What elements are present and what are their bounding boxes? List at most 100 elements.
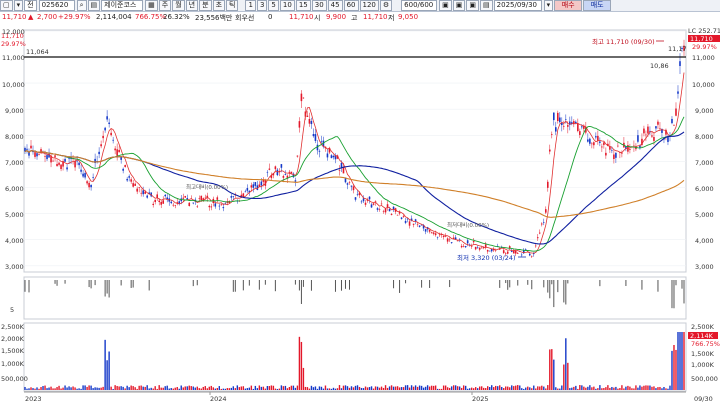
- indicator-bar: [527, 280, 529, 285]
- indicator-bar: [294, 280, 296, 285]
- volume-bar: [370, 386, 373, 390]
- indicator-bar: [334, 280, 336, 292]
- candle-body: [448, 239, 451, 241]
- volume-bar: [286, 388, 289, 390]
- volume-bar: [26, 388, 28, 390]
- volume-bar: [410, 385, 413, 390]
- volume-bar: [661, 388, 663, 390]
- volume-bar: [180, 385, 182, 390]
- volume-bars: [24, 332, 685, 390]
- indicator-bar: [344, 280, 346, 289]
- volume-bar: [491, 385, 493, 390]
- indicator-bar: [106, 280, 108, 294]
- volume-bar: [569, 388, 571, 390]
- candle-body: [196, 206, 199, 208]
- volume-bar: [52, 388, 54, 390]
- volume-bar: [581, 385, 583, 390]
- volume-bar: [567, 362, 569, 390]
- mid-panel-frame: [23, 276, 687, 320]
- candle-body: [122, 168, 124, 171]
- volume-bar: [579, 385, 581, 390]
- volume-bar: [402, 387, 405, 390]
- candle-body: [460, 245, 463, 248]
- indicator-bar: [657, 280, 659, 292]
- candle-body: [266, 171, 269, 173]
- candle-body: [114, 148, 116, 151]
- candle-body: [673, 125, 675, 126]
- volume-bar: [607, 385, 609, 390]
- candle-body: [294, 180, 297, 182]
- volume-bar: [216, 387, 218, 390]
- candle-body: [621, 153, 623, 154]
- volume-bar: [653, 386, 655, 390]
- indicator-bar: [399, 280, 401, 293]
- indicator-bar: [90, 280, 92, 289]
- volume-bar: [571, 387, 573, 390]
- volume-bar: [42, 386, 44, 390]
- candle-body: [567, 125, 569, 127]
- volume-bar: [220, 388, 222, 390]
- label-1086: 10,86: [650, 62, 669, 70]
- volume-bar: [643, 385, 645, 390]
- volume-bar: [212, 387, 214, 390]
- volume-bar: [46, 388, 48, 390]
- volume-bar: [164, 386, 166, 390]
- candle-body: [174, 205, 177, 206]
- candle-body: [400, 217, 403, 219]
- stock-chart[interactable]: 11,064 11,710 29.97% 12,000 11,000 10,00…: [0, 0, 720, 404]
- indicator-bar: [551, 280, 553, 285]
- vol-right-pct: 766.75%: [691, 340, 720, 348]
- volume-bar: [553, 359, 555, 390]
- candle-body: [58, 162, 60, 165]
- y-label: 8,000: [5, 133, 24, 141]
- volume-bar: [174, 387, 176, 390]
- indicator-bar: [258, 280, 260, 290]
- candle-body: [386, 204, 389, 208]
- candle-body: [474, 246, 477, 250]
- volume-bar: [238, 387, 241, 390]
- y-label: 6,000: [5, 185, 24, 193]
- volume-bar: [248, 387, 251, 390]
- candle-body: [320, 141, 323, 143]
- volume-bar: [250, 385, 253, 390]
- indicator-bar: [56, 280, 58, 286]
- volume-bar: [400, 387, 403, 390]
- volume-bar: [669, 385, 671, 390]
- volume-bar: [619, 388, 621, 390]
- candle-body: [340, 162, 343, 168]
- volume-bar: [509, 387, 511, 390]
- candle-body: [579, 131, 581, 135]
- candle-body: [290, 171, 293, 174]
- volume-bar: [206, 388, 208, 390]
- volume-bar: [328, 388, 331, 390]
- candle-body: [356, 194, 359, 196]
- candle-body: [170, 201, 173, 204]
- volume-bar: [418, 385, 421, 390]
- x-label-2023: 2023: [25, 395, 42, 403]
- indicator-bar: [148, 280, 150, 291]
- volume-bar: [318, 386, 321, 390]
- volume-bar: [246, 388, 249, 390]
- volume-bar: [484, 388, 487, 390]
- candle-body: [350, 185, 353, 187]
- volume-bar: [172, 388, 174, 390]
- volume-bar: [178, 388, 180, 390]
- volume-bar: [493, 387, 495, 390]
- indicator-bar: [28, 280, 30, 293]
- volume-bar: [200, 388, 202, 390]
- candle-body: [124, 165, 126, 167]
- volume-bar: [372, 388, 375, 390]
- volume-bar: [561, 385, 563, 390]
- candle-body: [470, 246, 473, 247]
- candle-body: [434, 233, 437, 236]
- candle-body: [188, 202, 191, 207]
- indicator-bar: [393, 280, 395, 289]
- volume-bar: [623, 388, 625, 390]
- indicator-bar: [132, 280, 134, 288]
- volume-bar: [597, 388, 599, 390]
- volume-bar: [326, 388, 329, 390]
- volume-bar: [456, 386, 459, 390]
- volume-bar: [591, 387, 593, 390]
- volume-bar: [184, 386, 186, 390]
- candle-body: [446, 238, 449, 242]
